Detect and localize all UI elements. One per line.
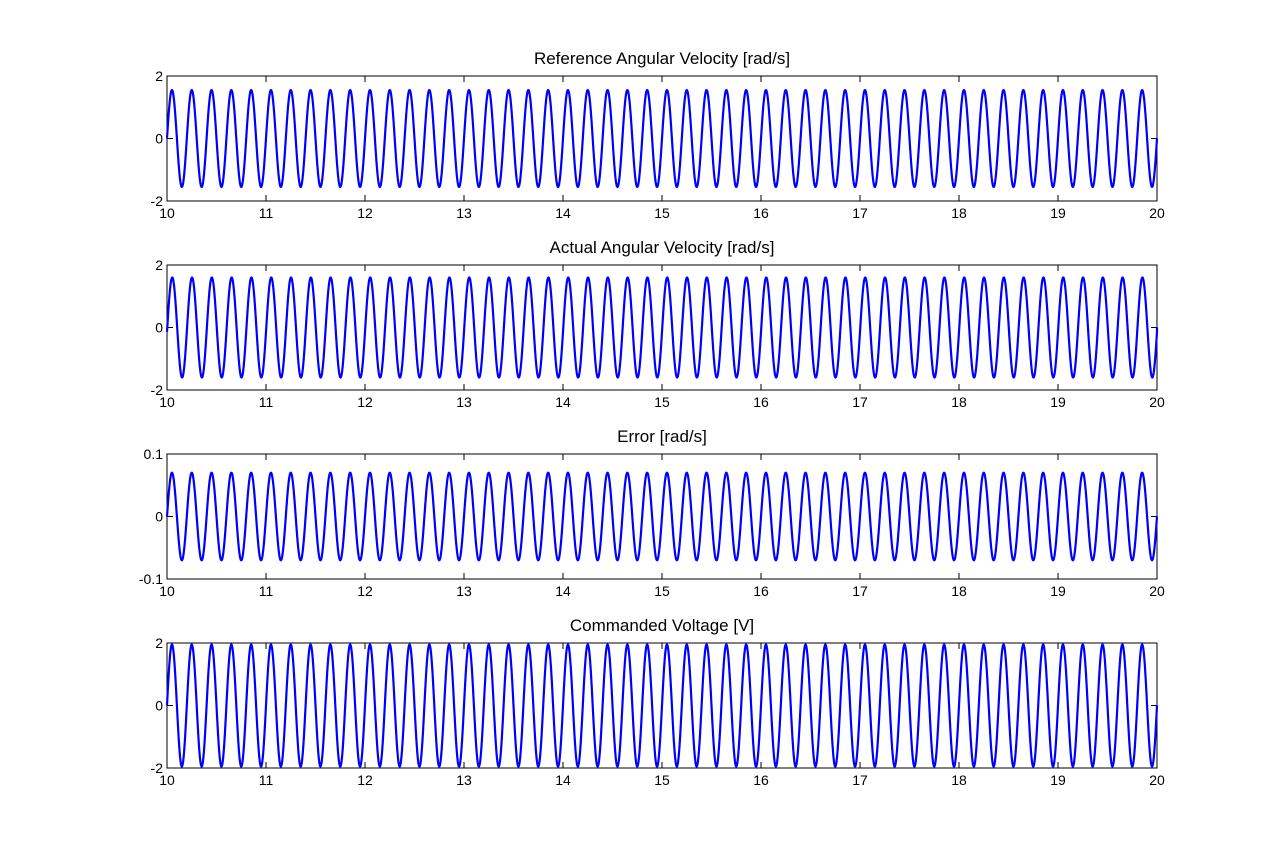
x-tick-label: 16 bbox=[753, 772, 769, 788]
x-tick-label: 13 bbox=[456, 205, 472, 221]
x-tick-label: 17 bbox=[852, 394, 868, 410]
x-tick-label: 11 bbox=[259, 205, 274, 221]
x-tick-label: 19 bbox=[1050, 394, 1066, 410]
x-tick-label: 20 bbox=[1149, 394, 1165, 410]
y-tick-label: 0 bbox=[155, 320, 163, 336]
x-tick-label: 18 bbox=[951, 583, 967, 599]
x-tick-label: 20 bbox=[1149, 205, 1165, 221]
x-tick-label: 18 bbox=[951, 394, 967, 410]
y-tick-label: 2 bbox=[155, 68, 163, 84]
subplot-title: Commanded Voltage [V] bbox=[570, 616, 754, 635]
x-tick-label: 20 bbox=[1149, 583, 1165, 599]
x-tick-label: 13 bbox=[456, 772, 472, 788]
x-tick-label: 12 bbox=[357, 394, 373, 410]
x-tick-label: 19 bbox=[1050, 205, 1066, 221]
x-tick-label: 19 bbox=[1050, 583, 1066, 599]
x-tick-label: 11 bbox=[259, 583, 274, 599]
y-tick-label: -0.1 bbox=[139, 571, 163, 587]
x-tick-label: 17 bbox=[852, 205, 868, 221]
figure: Reference Angular Velocity [rad/s]10 11 12… bbox=[139, 49, 1165, 788]
x-tick-label: 14 bbox=[555, 772, 571, 788]
x-tick-label: 16 bbox=[753, 394, 769, 410]
subplot-2: Actual Angular Velocity [rad/s]10 11 12 13 1… bbox=[151, 238, 1165, 410]
x-tick-label: 11 bbox=[259, 394, 274, 410]
subplot-title: Error [rad/s] bbox=[617, 427, 707, 446]
x-tick-label: 15 bbox=[654, 394, 670, 410]
x-tick-label: 13 bbox=[456, 394, 472, 410]
y-tick-label: -2 bbox=[151, 382, 164, 398]
x-tick-label: 14 bbox=[555, 583, 571, 599]
x-tick-label: 18 bbox=[951, 205, 967, 221]
x-tick-label: 13 bbox=[456, 583, 472, 599]
x-tick-label: 12 bbox=[357, 583, 373, 599]
x-tick-label: 11 bbox=[259, 772, 274, 788]
subplot-4: Commanded Voltage [V]10 11 12 13 14 15 16 17 18 1… bbox=[151, 616, 1165, 788]
x-tick-label: 15 bbox=[654, 205, 670, 221]
y-tick-label: 0.1 bbox=[144, 446, 164, 462]
x-tick-label: 16 bbox=[753, 583, 769, 599]
y-tick-label: -2 bbox=[151, 193, 164, 209]
x-tick-label: 15 bbox=[654, 772, 670, 788]
x-tick-label: 19 bbox=[1050, 772, 1066, 788]
y-tick-label: 2 bbox=[155, 257, 163, 273]
x-tick-label: 12 bbox=[357, 205, 373, 221]
x-tick-label: 14 bbox=[555, 205, 571, 221]
subplot-title: Actual Angular Velocity [rad/s] bbox=[550, 238, 775, 257]
y-tick-label: -2 bbox=[151, 760, 164, 776]
x-tick-label: 14 bbox=[555, 394, 571, 410]
x-tick-label: 18 bbox=[951, 772, 967, 788]
x-tick-label: 16 bbox=[753, 205, 769, 221]
y-tick-label: 0 bbox=[155, 509, 163, 525]
subplot-3: Error [rad/s]10 11 12 13 14 15 16 17 18 19 20-0.10… bbox=[139, 427, 1165, 599]
x-tick-label: 15 bbox=[654, 583, 670, 599]
y-tick-label: 0 bbox=[155, 698, 163, 714]
y-tick-label: 2 bbox=[155, 635, 163, 651]
x-tick-label: 20 bbox=[1149, 772, 1165, 788]
subplot-1: Reference Angular Velocity [rad/s]10 11 12… bbox=[151, 49, 1165, 221]
y-tick-label: 0 bbox=[155, 131, 163, 147]
x-tick-label: 12 bbox=[357, 772, 373, 788]
x-tick-label: 17 bbox=[852, 583, 868, 599]
subplot-title: Reference Angular Velocity [rad/s] bbox=[534, 49, 790, 68]
x-tick-label: 17 bbox=[852, 772, 868, 788]
